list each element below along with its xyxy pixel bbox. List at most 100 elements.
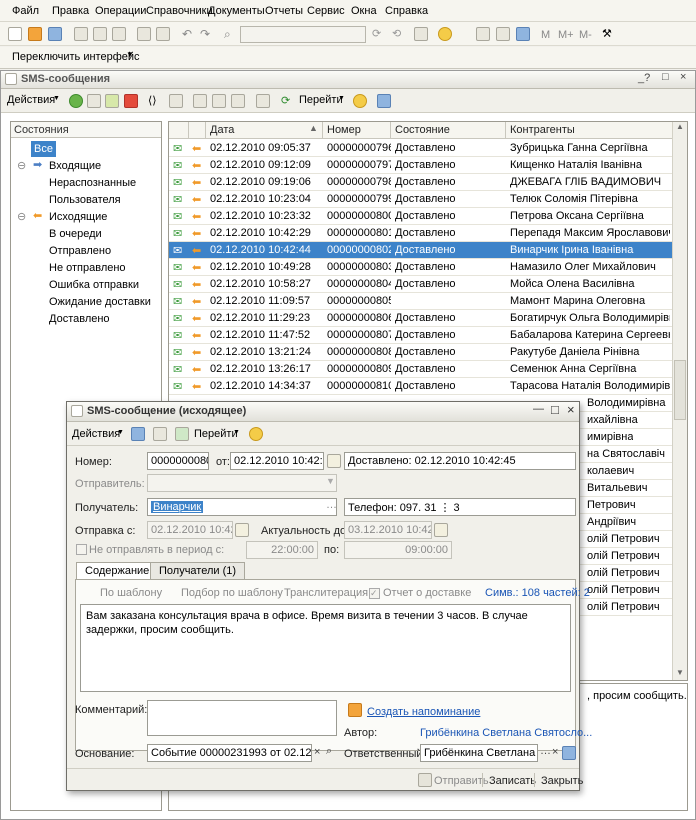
state-not-sent[interactable]: Не отправлено [49, 260, 126, 276]
grid-header-date[interactable]: Дата [206, 122, 323, 139]
preview-icon[interactable] [156, 27, 170, 41]
clear-x-icon[interactable]: × [552, 746, 558, 758]
calculator-icon[interactable] [476, 27, 490, 41]
collapse-icon[interactable]: ⊖ [17, 210, 26, 223]
basis-field[interactable]: Событие 00000231993 от 02.12.201 [147, 744, 312, 762]
redo-icon[interactable]: ↷ [200, 27, 214, 41]
state-sent[interactable]: Отправлено [49, 243, 111, 259]
send-button[interactable]: Отправить [434, 775, 489, 787]
state-outgoing[interactable]: Исходящие [49, 209, 107, 225]
state-send-error[interactable]: Ошибка отправки [49, 277, 139, 293]
calendar-icon[interactable] [434, 523, 448, 537]
actions-menu[interactable]: Действия [7, 94, 55, 106]
export-icon[interactable] [377, 94, 391, 108]
menu-reports[interactable]: Отчеты [265, 5, 303, 17]
table-row[interactable]: ✉ ⬅ 02.12.2010 10:42:29 00000000801 Доставле… [169, 225, 673, 242]
delivery-report-checkbox[interactable]: ✓ [369, 588, 380, 599]
state-awaiting-delivery[interactable]: Ожидание доставки [49, 294, 151, 310]
actual-field[interactable]: 03.12.2010 10:42:21 [344, 521, 432, 539]
open-link-icon[interactable] [562, 746, 576, 760]
help-circle-icon[interactable] [353, 94, 367, 108]
table-row[interactable]: ✉ ⬅ 02.12.2010 11:29:23 00000000806 Доставле… [169, 310, 673, 327]
save-button[interactable]: Записать [489, 775, 536, 787]
menu-documents[interactable]: Документы [208, 5, 265, 17]
dialog-actions-menu[interactable]: Действия [72, 428, 120, 440]
find-next-icon[interactable]: ⟳ [372, 27, 386, 41]
grid-header-state[interactable]: Состояние [391, 122, 506, 139]
info-icon[interactable] [438, 27, 452, 41]
maximize-icon[interactable]: □ [551, 402, 559, 417]
filter-select-icon[interactable] [231, 94, 245, 108]
calendar-icon[interactable] [327, 454, 341, 468]
table-row[interactable]: ✉ ⬅ 02.12.2010 09:12:09 00000000797 Доставле… [169, 157, 673, 174]
add-icon[interactable] [69, 94, 83, 108]
table-row[interactable]: ✉ ⬅ 02.12.2010 10:23:32 00000000800 Доставле… [169, 208, 673, 225]
filter-off-icon[interactable] [212, 94, 226, 108]
search-icon[interactable]: ⌕ [224, 27, 238, 41]
undo-icon[interactable]: ↶ [182, 27, 196, 41]
menu-file[interactable]: Файл [12, 5, 39, 17]
send-from-field[interactable]: 02.12.2010 10:42:21 [147, 521, 233, 539]
refresh-icon[interactable]: ⟳ [281, 94, 295, 108]
table-row[interactable]: ✉ ⬅ 02.12.2010 10:58:27 00000000804 Доставле… [169, 276, 673, 293]
save-icon[interactable] [48, 27, 62, 41]
edit-icon[interactable] [105, 94, 119, 108]
clear-x-icon[interactable]: × [314, 746, 320, 758]
create-reminder-link[interactable]: Создать напоминание [367, 706, 480, 718]
state-delivered[interactable]: Доставлено [49, 311, 110, 327]
comment-field[interactable] [147, 700, 337, 736]
cut-icon[interactable] [74, 27, 88, 41]
m-plus-button[interactable]: M+ [558, 28, 574, 42]
scroll-thumb[interactable] [674, 360, 686, 420]
table-row[interactable]: ✉ ⬅ 02.12.2010 10:23:04 00000000799 Доставле… [169, 191, 673, 208]
date-field[interactable]: 02.12.2010 10:42:44 [230, 452, 324, 470]
calendar-icon[interactable] [235, 523, 249, 537]
new-icon[interactable] [8, 27, 22, 41]
grid-header-number[interactable]: Номер [323, 122, 391, 139]
grid-scrollbar[interactable]: ▲ ▼ [672, 122, 687, 680]
number-field[interactable]: 00000000802 [147, 452, 209, 470]
menu-operations[interactable]: Операции [95, 5, 146, 17]
table-row[interactable]: ✉ ⬅ 02.12.2010 10:49:28 00000000803 Доставле… [169, 259, 673, 276]
m-minus-button[interactable]: M- [579, 28, 592, 42]
table-row[interactable]: ✉ ⬅ 02.12.2010 09:05:37 00000000796 Доставле… [169, 140, 673, 157]
recipient-field[interactable]: Винарчик [147, 498, 337, 516]
pick-template-button[interactable]: Подбор по шаблону [181, 587, 283, 599]
tab-recipients[interactable]: Получатели (1) [150, 562, 246, 580]
m-button[interactable]: M [541, 28, 550, 42]
close-icon[interactable]: × [567, 402, 575, 417]
minimize-icon[interactable]: — [533, 403, 544, 415]
maximize-icon[interactable]: □ [662, 71, 669, 83]
scroll-up-icon[interactable]: ▲ [676, 122, 684, 131]
nosend-to-field[interactable]: 09:00:00 [344, 541, 452, 559]
delete-icon[interactable] [124, 94, 138, 108]
copy-icon[interactable] [93, 27, 107, 41]
calendar-icon[interactable] [496, 27, 510, 41]
by-template-button[interactable]: По шаблону [100, 587, 162, 599]
sender-field[interactable] [147, 474, 337, 492]
table-row[interactable]: ✉ ⬅ 02.12.2010 13:21:24 00000000808 Доставле… [169, 344, 673, 361]
refresh-doc-icon[interactable] [153, 427, 167, 441]
dialog-goto-menu[interactable]: Перейти [194, 428, 238, 440]
help-icon[interactable]: _? [638, 72, 650, 84]
close-icon[interactable]: × [680, 71, 686, 83]
close-button[interactable]: Закрыть [541, 775, 583, 787]
state-incoming[interactable]: Входящие [49, 158, 101, 174]
filter-icon[interactable] [193, 94, 207, 108]
state-unrecognized[interactable]: Нераспознанные [49, 175, 136, 191]
responsible-field[interactable]: Грибёнкина Светлана С [420, 744, 538, 762]
select-dots-icon[interactable]: … [540, 745, 551, 757]
post-icon[interactable] [131, 427, 145, 441]
structure-icon[interactable] [175, 427, 189, 441]
goto-menu[interactable]: Перейти [299, 94, 343, 106]
menu-edit[interactable]: Правка [52, 5, 89, 17]
transliterate-button[interactable]: Транслитерация [284, 587, 368, 599]
copy-item-icon[interactable] [87, 94, 101, 108]
chevron-down-icon[interactable]: ▼ [326, 476, 335, 486]
table-row[interactable]: ✉ ⬅ 02.12.2010 09:19:06 00000000798 Доставле… [169, 174, 673, 191]
scroll-down-icon[interactable]: ▼ [676, 668, 684, 677]
switch-interface-button[interactable]: Переключить интерфейс [12, 51, 140, 63]
table-row[interactable]: ✉ ⬅ 02.12.2010 11:09:57 00000000805 Мамонт М… [169, 293, 673, 310]
table-row[interactable]: ✉ ⬅ 02.12.2010 13:26:17 00000000809 Доставле… [169, 361, 673, 378]
nosend-checkbox[interactable] [76, 544, 87, 555]
